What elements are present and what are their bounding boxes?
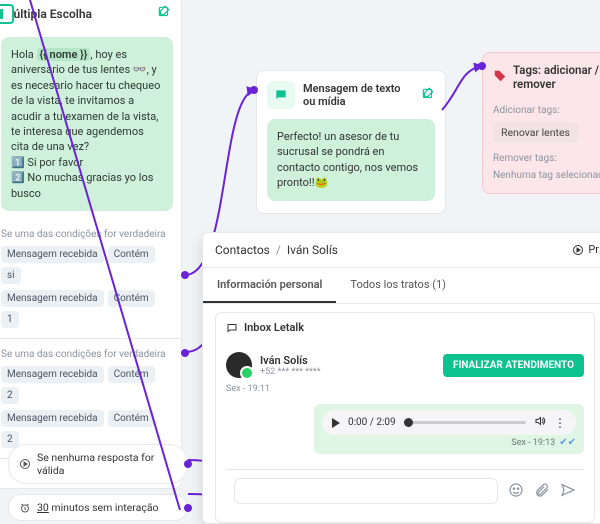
kebab-icon[interactable]: ⋮ [554,416,566,430]
connector-dot[interactable] [184,504,192,512]
chip-contains: Contém [108,246,155,263]
edit-icon[interactable] [157,5,171,22]
condition-label: Se uma das condições for verdadeira [1,229,173,240]
condition-block-1: Se uma das condições for verdadeira Mens… [0,219,181,338]
audio-progress[interactable] [404,421,526,424]
chip-message-received: Mensagem recebida [1,246,104,263]
read-check-icon: ✔✔ [559,437,576,448]
avatar [226,352,252,378]
message-input[interactable] [234,478,498,504]
emoji-icon[interactable] [508,482,524,501]
breadcrumb: Contactos / Iván Solís Pr [203,233,600,268]
condition-label: Se uma das condições for verdadeira [1,349,173,360]
play-circle-icon [19,458,31,470]
chip-value-1: 1 [1,311,19,328]
play-circle-icon [572,244,584,256]
volume-icon[interactable] [534,415,546,430]
add-tags-label: Adicionar tags: [483,105,600,122]
mc-title: Múltipla Escolha [3,7,92,21]
mc-block-icon [0,4,14,24]
breadcrumb-name: Iván Solís [287,243,338,257]
audio-time: 0:00 / 2:09 [348,417,396,428]
play-icon[interactable] [332,418,340,428]
clock-icon [19,502,31,514]
no-interaction-pill[interactable]: 30 minutos sem interação [8,494,188,521]
tab-deals[interactable]: Todos los tratos (1) [336,268,460,303]
tab-bar: Información personal Todos los tratos (1… [203,268,600,304]
remove-tags-label: Remover tags: [483,153,600,170]
connector-dot[interactable] [184,460,192,468]
chip-message-received: Mensagem recebida [1,366,104,383]
chip-value-2: 2 [1,387,19,404]
pr-button[interactable]: Pr [572,243,599,256]
name-variable-token: {{ nome }} [37,48,91,61]
chat-area: Iván Solís +52 *** *** **** FINALIZAR AT… [215,342,595,523]
message-card-title: Mensagem de texto ou mídia [303,82,413,108]
chip-contains: Contém [108,290,155,307]
chat-bubble-icon [226,322,238,334]
contact-info: Iván Solís +52 *** *** **** [226,352,321,378]
no-tag-selected: Nenhuma tag selecionada [493,170,600,181]
inbox-label[interactable]: Inbox Letalk [215,312,595,342]
contact-phone: +52 *** *** **** [260,367,321,377]
audio-player[interactable]: 0:00 / 2:09 ⋮ [322,410,576,435]
tags-title: Tags: adicionar / remover [513,63,600,91]
message-icon [267,81,295,109]
attachment-icon[interactable] [534,482,550,501]
edit-icon[interactable] [421,87,435,104]
timestamp-1: Sex - 19:11 [226,384,584,394]
chip-contains: Contém [108,366,155,383]
contact-detail-modal: Contactos / Iván Solís Pr Información pe… [202,232,600,524]
timestamp-2: Sex - 19:13 ✔✔ [511,437,576,448]
tag-icon [493,69,507,86]
send-icon[interactable] [560,482,576,501]
multiple-choice-card: Múltipla Escolha Hola {{ nome }}, hoy es… [0,0,182,489]
message-body-bubble: Perfecto! un asesor de tu sucrusal se po… [267,119,435,201]
tab-personal-info[interactable]: Información personal [203,268,336,303]
audio-message: 0:00 / 2:09 ⋮ Sex - 19:13 ✔✔ [314,404,584,454]
contact-name: Iván Solís [260,354,321,367]
no-valid-response-pill[interactable]: Se nenhuma resposta for válida [8,444,188,484]
finalize-button[interactable]: FINALIZAR ATENDIMENTO [443,354,584,377]
chip-value-si: si [1,267,21,284]
condition-block-2: Se uma das condições for verdadeira Mens… [0,338,181,458]
breadcrumb-root[interactable]: Contactos [215,243,270,257]
tags-card: Tags: adicionar / remover Adicionar tags… [482,52,600,194]
message-card: Mensagem de texto ou mídia Perfecto! un … [256,70,446,214]
tag-chip-renovar[interactable]: Renovar lentes [493,122,578,143]
chip-message-received: Mensagem recebida [1,290,104,307]
message-composer [226,469,584,512]
chip-contains: Contém [108,410,155,427]
chip-message-received: Mensagem recebida [1,410,104,427]
mc-message-bubble: Hola {{ nome }}, hoy es aniversario de t… [1,37,173,211]
